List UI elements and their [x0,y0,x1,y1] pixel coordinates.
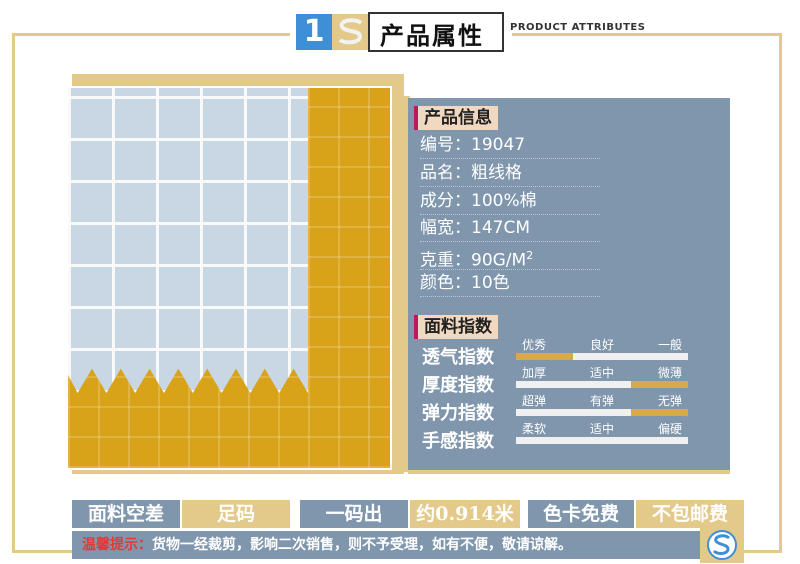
fabric-index-title: 面料指数 [414,315,498,339]
index-option: 优秀 [522,338,547,352]
info-row-composition: 成分：100%棉 [420,188,600,215]
warning-bar: 温馨提示：货物一经裁剪，影响二次销售，则不予受理，如有不便，敬请谅解。 [72,531,700,559]
index-option: 一般 [657,338,682,352]
index-fill [630,381,688,388]
info-row-name: 品名：粗线格 [420,160,600,187]
index-option: 柔软 [522,422,547,436]
warning-text: 货物一经裁剪，影响二次销售，则不予受理，如有不便，敬请谅解。 [152,537,572,553]
footer-tag-free-swatch: 色卡免费 [528,500,634,528]
footer-tag-length: 约0.914米 [410,500,520,528]
index-option: 偏硬 [657,422,682,436]
index-bar [516,437,688,444]
info-value: 100%棉 [471,191,537,211]
footer-tag-per-yard: 一码出 [300,500,408,528]
info-value: 粗线格 [471,163,522,183]
info-row-weight: 克重：90G/M2 [420,243,600,271]
index-fill [630,409,688,416]
info-row-width: 幅宽：147CM [420,215,600,242]
panel-bottom-rule [408,470,730,474]
index-option: 无弹 [657,394,682,408]
index-bar [516,409,688,416]
info-label: 克重： [420,250,471,271]
brand-s-badge-icon [700,527,744,563]
index-scale-breathability: 优秀 良好 一般 [516,338,688,362]
index-label-breathability: 透气指数 [422,347,494,368]
info-label: 成分： [420,191,471,211]
info-row-color: 颜色：10色 [420,270,600,297]
index-option: 超弹 [522,394,547,408]
footer-tag-shortage: 面料空差 [72,500,180,528]
footer-tag-no-free-shipping: 不包邮费 [636,500,744,528]
index-scale-handfeel: 柔软 适中 偏硬 [516,422,688,446]
info-value: 10色 [471,273,510,293]
index-label-thickness: 厚度指数 [422,375,494,396]
fabric-photo [66,86,392,470]
product-info-title: 产品信息 [414,106,498,130]
info-label: 颜色： [420,273,471,293]
index-fill [516,353,574,360]
page-subtitle: PRODUCT ATTRIBUTES [510,22,646,33]
index-label-elasticity: 弹力指数 [422,403,494,424]
index-option: 良好 [589,338,614,352]
brand-s-logo-icon [332,14,370,50]
footer-tag-full-measure: 足码 [182,500,290,528]
info-value: 90G/M [471,250,527,271]
index-option: 微薄 [657,366,682,380]
index-scale-elasticity: 超弹 有弹 无弹 [516,394,688,418]
info-unit-sup: 2 [526,249,534,262]
info-label: 幅宽： [420,218,471,238]
info-value: 147CM [471,218,530,238]
info-label: 编号： [420,135,471,155]
blue-plaid-fabric [68,88,308,393]
info-label: 品名： [420,163,471,183]
index-option: 适中 [589,366,614,380]
index-label-handfeel: 手感指数 [422,431,494,452]
index-bar [516,353,688,360]
index-option: 适中 [589,422,614,436]
section-number: 1 [296,14,332,50]
index-bar [516,381,688,388]
index-option: 加厚 [522,366,547,380]
warning-prefix: 温馨提示： [82,537,152,553]
index-scale-thickness: 加厚 适中 微薄 [516,366,688,390]
index-option: 有弹 [589,394,614,408]
info-row-id: 编号：19047 [420,132,600,159]
page-title: 产品属性 [380,22,484,50]
info-value: 19047 [471,135,526,155]
